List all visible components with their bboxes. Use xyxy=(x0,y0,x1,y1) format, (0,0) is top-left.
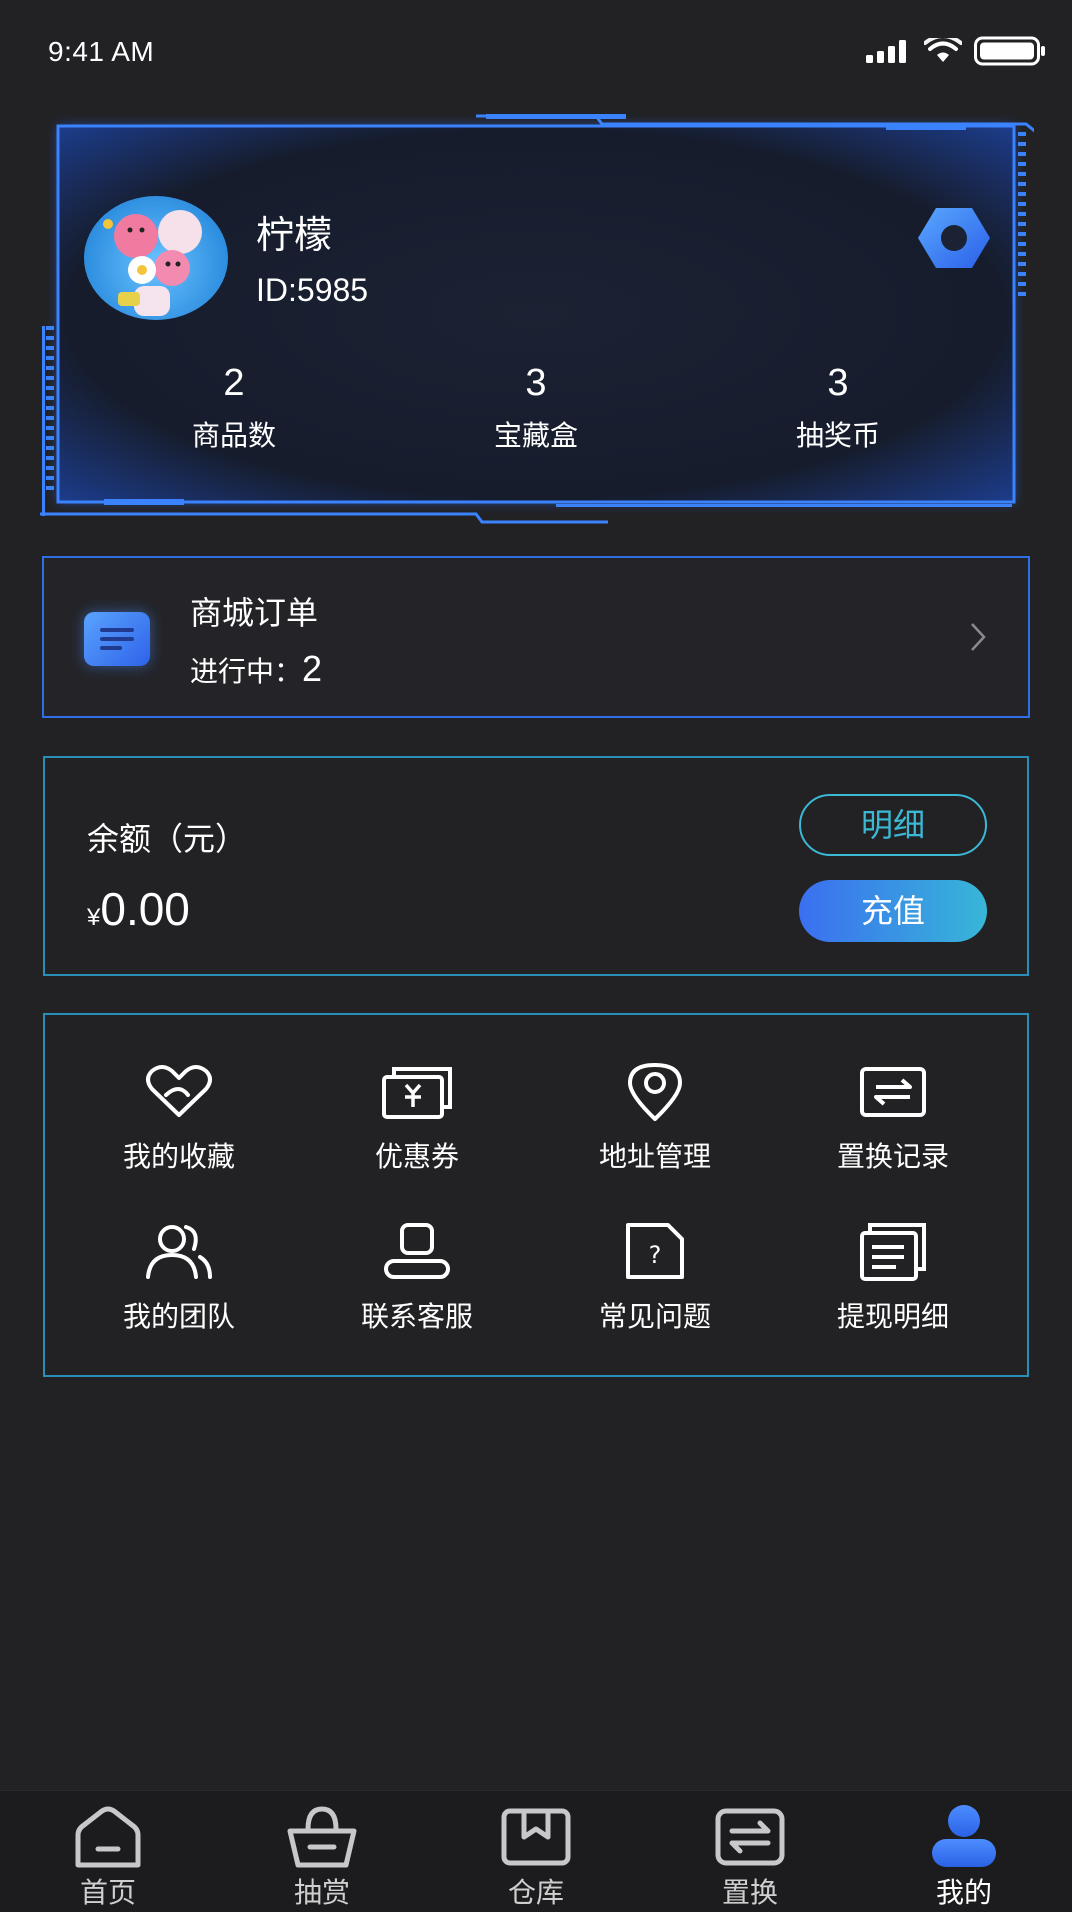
tab-lottery-label: 抽赏 xyxy=(293,1876,350,1909)
stat-products[interactable]: 2 商品数 xyxy=(134,362,334,454)
currency-symbol: ¥ xyxy=(87,904,101,931)
menu-item-faq[interactable]: ? 常见问题 xyxy=(565,1221,745,1351)
stat-products-label: 商品数 xyxy=(191,419,276,452)
order-list-icon xyxy=(84,612,150,666)
menu-item-address[interactable]: 地址管理 xyxy=(565,1061,745,1191)
order-status-count: 2 xyxy=(302,648,323,689)
profile-card-frame xyxy=(40,114,1034,524)
tab-exchange[interactable]: 置换 xyxy=(690,1805,810,1911)
withdrawal-detail-icon xyxy=(860,1223,926,1281)
coupon-icon xyxy=(382,1067,452,1119)
basket-icon xyxy=(287,1806,357,1868)
tab-mine-label: 我的 xyxy=(935,1876,992,1909)
balance-card: 余额（元） ¥0.00 明细 充值 xyxy=(43,756,1029,976)
balance-label: 余额（元） xyxy=(87,820,248,858)
order-title: 商城订单 xyxy=(190,594,319,632)
exchange-record-icon xyxy=(860,1067,926,1117)
mine-screen: 9:41 AM 柠檬 ID:5985 2 商品数 3 宝藏盒 3 抽奖币 商城订… xyxy=(0,0,1072,1912)
bottom-tab-bar: 首页 抽赏 仓库 置换 我的 xyxy=(0,1790,1072,1912)
mall-order-card[interactable]: 商城订单 进行中：2 xyxy=(42,556,1030,718)
stat-treasure-box-value: 3 xyxy=(525,362,547,404)
menu-item-team-label: 我的团队 xyxy=(122,1300,235,1333)
signal-icon xyxy=(866,40,906,63)
tab-warehouse-label: 仓库 xyxy=(507,1876,564,1909)
profile-card: 柠檬 ID:5985 2 商品数 3 宝藏盒 3 抽奖币 xyxy=(36,112,1034,524)
balance-detail-button[interactable]: 明细 xyxy=(799,794,987,856)
stat-treasure-box-label: 宝藏盒 xyxy=(493,419,578,452)
stat-products-value: 2 xyxy=(223,362,245,404)
menu-item-customer-service-label: 联系客服 xyxy=(360,1300,473,1333)
status-time: 9:41 AM xyxy=(48,36,155,67)
user-id: ID:5985 xyxy=(256,272,369,308)
stat-lottery-coins-value: 3 xyxy=(827,362,849,404)
menu-item-exchange-record[interactable]: 置换记录 xyxy=(803,1061,983,1191)
exchange-icon xyxy=(715,1808,785,1866)
tab-home[interactable]: 首页 xyxy=(48,1805,168,1911)
gear-icon xyxy=(918,208,990,268)
menu-item-faq-label: 常见问题 xyxy=(598,1300,711,1333)
tab-warehouse[interactable]: 仓库 xyxy=(476,1805,596,1911)
stat-lottery-coins[interactable]: 3 抽奖币 xyxy=(738,362,938,454)
wifi-icon xyxy=(924,38,962,62)
menu-item-favorites-label: 我的收藏 xyxy=(122,1140,235,1173)
stat-treasure-box[interactable]: 3 宝藏盒 xyxy=(436,362,636,454)
team-icon xyxy=(146,1225,212,1279)
status-icons xyxy=(866,36,1046,66)
recharge-button[interactable]: 充值 xyxy=(799,880,987,942)
svg-text:?: ? xyxy=(649,1241,662,1269)
menu-item-coupons-label: 优惠券 xyxy=(374,1140,459,1173)
menu-item-team[interactable]: 我的团队 xyxy=(89,1221,269,1351)
menu-item-coupons[interactable]: 优惠券 xyxy=(327,1061,507,1191)
chevron-right-icon xyxy=(971,623,986,651)
warehouse-icon xyxy=(501,1808,571,1866)
tab-home-label: 首页 xyxy=(79,1876,136,1909)
faq-icon: ? xyxy=(626,1223,684,1279)
stat-lottery-coins-label: 抽奖币 xyxy=(795,419,880,452)
menu-item-withdrawal-detail[interactable]: 提现明细 xyxy=(803,1221,983,1351)
battery-icon xyxy=(974,36,1045,66)
menu-item-address-label: 地址管理 xyxy=(598,1140,711,1173)
menu-item-withdrawal-detail-label: 提现明细 xyxy=(836,1300,949,1333)
balance-value: ¥0.00 xyxy=(87,882,190,936)
status-bar: 9:41 AM xyxy=(0,0,1072,100)
heart-icon xyxy=(146,1065,212,1117)
balance-amount: 0.00 xyxy=(100,883,190,935)
home-icon xyxy=(75,1806,141,1868)
avatar-illustration xyxy=(103,210,202,316)
menu-item-customer-service[interactable]: 联系客服 xyxy=(327,1221,507,1351)
avatar[interactable] xyxy=(84,196,228,320)
tab-exchange-label: 置换 xyxy=(721,1876,778,1909)
tab-mine[interactable]: 我的 xyxy=(904,1805,1024,1911)
menu-item-exchange-record-label: 置换记录 xyxy=(836,1140,949,1173)
order-status: 进行中：2 xyxy=(190,648,322,690)
menu-grid: 我的收藏 优惠券 地址管理 置换记录 我的团队 联系客服 ? 常见问题 提现明细 xyxy=(43,1013,1029,1377)
menu-item-favorites[interactable]: 我的收藏 xyxy=(89,1061,269,1191)
location-pin-icon xyxy=(628,1063,682,1121)
user-name: 柠檬 xyxy=(256,213,333,257)
settings-button[interactable] xyxy=(916,204,992,272)
customer-service-icon xyxy=(384,1223,450,1279)
tab-lottery[interactable]: 抽赏 xyxy=(262,1805,382,1911)
order-status-label: 进行中： xyxy=(190,655,303,688)
profile-icon xyxy=(932,1805,996,1867)
